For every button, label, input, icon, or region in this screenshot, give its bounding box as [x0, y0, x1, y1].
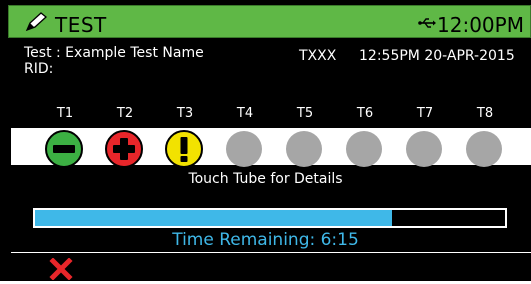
tube-label-t4: T4	[236, 106, 254, 121]
tube-label-t3: T3	[176, 106, 194, 121]
touch-hint: Touch Tube for Details	[188, 171, 343, 187]
rid-label: RID:	[24, 61, 54, 77]
tube-t6[interactable]	[345, 130, 383, 168]
tube-label-t5: T5	[296, 106, 314, 121]
tube-t7[interactable]	[405, 130, 443, 168]
test-datetime: 12:55PM 20-APR-2015	[359, 48, 515, 64]
test-name: Test : Example Test Name	[24, 45, 204, 61]
bottom-toolbar	[11, 252, 531, 281]
progress-fill	[35, 210, 393, 226]
tube-t8[interactable]	[465, 130, 503, 168]
minus-icon	[53, 145, 75, 153]
tube-label-t8: T8	[476, 106, 494, 121]
device-screen: TEST 12:00PM Test : Example Test Name RI…	[0, 0, 531, 281]
exclamation-icon	[180, 137, 188, 154]
tube-strip	[11, 128, 531, 165]
time-remaining: Time Remaining: 6:15	[172, 230, 359, 250]
header-bar: TEST 12:00PM	[8, 5, 531, 38]
close-icon[interactable]	[49, 257, 73, 284]
tube-label-t7: T7	[416, 106, 434, 121]
tube-t3-warning[interactable]	[165, 130, 203, 168]
tube-t1-pass[interactable]	[45, 130, 83, 168]
pencil-icon	[25, 12, 49, 36]
plus-icon-v	[120, 138, 128, 160]
page-title: TEST	[55, 13, 107, 37]
tube-strip-background	[13, 130, 529, 163]
tube-label-t1: T1	[56, 106, 74, 121]
usb-icon	[418, 15, 436, 34]
tube-label-t6: T6	[356, 106, 374, 121]
time-progress-bar	[33, 208, 507, 228]
test-code: TXXX	[299, 48, 337, 64]
tube-t2-fail[interactable]	[105, 130, 143, 168]
clock: 12:00PM	[437, 13, 524, 37]
tube-t4[interactable]	[225, 130, 263, 168]
tube-t5[interactable]	[285, 130, 323, 168]
tube-label-t2: T2	[116, 106, 134, 121]
